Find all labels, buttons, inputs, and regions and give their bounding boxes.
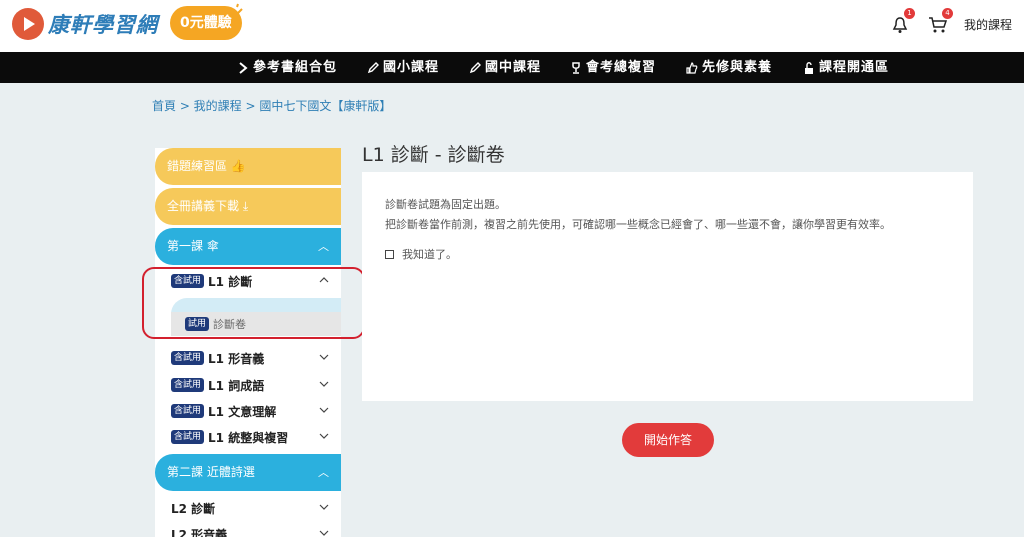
- my-courses-link[interactable]: 我的課程: [964, 16, 1012, 33]
- unit-title: 第一課 傘: [167, 239, 219, 253]
- lesson-label: L1 統整與複習: [208, 430, 289, 445]
- top-header: 康軒學習網 0元體驗 1 4 我的課程: [0, 0, 1024, 52]
- chevron-up-icon: ︿: [318, 240, 329, 253]
- nav-label: 參考書組合包: [253, 60, 338, 75]
- bell-icon[interactable]: [892, 16, 908, 34]
- lesson-label: L1 文意理解: [208, 404, 277, 419]
- acknowledge-label: 我知道了。: [402, 248, 457, 261]
- lesson-label: L1 詞成語: [208, 378, 265, 393]
- description-line-2: 把診斷卷當作前測，複習之前先使用，可確認哪一些概念已經會了、哪一些還不會，讓你學…: [385, 218, 891, 231]
- play-logo-icon: [12, 8, 44, 40]
- unit-1-header[interactable]: 第一課 傘 ︿: [155, 228, 341, 265]
- pencil-icon: [367, 61, 379, 73]
- unit-title: 第二課 近體詩選: [167, 465, 255, 479]
- page-title: L1 診斷 - 診斷卷: [362, 144, 505, 166]
- unit-2-header[interactable]: 第二課 近體詩選 ︿: [155, 454, 341, 491]
- chevron-up-icon: ︿: [318, 466, 329, 479]
- lesson-label: L1 形音義: [208, 351, 265, 366]
- pencil-icon: [469, 61, 481, 73]
- content-card: 診斷卷試題為固定出題。 把診斷卷當作前測，複習之前先使用，可確認哪一些概念已經會…: [362, 172, 973, 401]
- course-sidebar: 錯題練習區 👍 全冊講義下載 ⤓ 第一課 傘 ︿ 含試用 L1 診斷 含試用 L…: [155, 148, 341, 537]
- chevron-down-icon: [319, 407, 329, 413]
- wrong-practice-label: 錯題練習區: [167, 159, 228, 173]
- nav-label: 國中課程: [485, 60, 542, 75]
- sparkle-icon: [232, 3, 243, 16]
- main-nav: 參考書組合包 國小課程 國中課程 會考總複習 先修與素養 課程開通區: [0, 52, 1024, 83]
- nav-advance-literacy[interactable]: 先修與素養: [686, 52, 772, 83]
- wrong-practice-button[interactable]: 錯題練習區 👍: [155, 148, 341, 185]
- trial-tag: 含試用: [171, 351, 205, 365]
- chevron-right-icon: [239, 61, 248, 74]
- lesson-item-l2-diagnosis[interactable]: L2 診斷: [155, 495, 341, 521]
- chevron-down-icon: [319, 504, 329, 510]
- nav-reference-books[interactable]: 參考書組合包: [237, 52, 337, 83]
- nav-label: 國小課程: [383, 60, 440, 75]
- download-icon: ⤓: [242, 199, 249, 213]
- lesson-item-l2-form-sound-meaning[interactable]: L2 形音義: [155, 521, 341, 537]
- site-logo[interactable]: 康軒學習網: [12, 8, 158, 40]
- thumbs-up-icon: 👍: [230, 159, 246, 173]
- description-line-1: 診斷卷試題為固定出題。: [385, 198, 506, 211]
- lesson-label: L2 形音義: [171, 527, 228, 537]
- nav-course-activation[interactable]: 課程開通區: [803, 52, 889, 83]
- highlight-outline: [142, 267, 365, 339]
- chevron-down-icon: [319, 433, 329, 439]
- lesson-item-l1-idioms[interactable]: 含試用 L1 詞成語: [155, 372, 341, 398]
- acknowledge-row[interactable]: 我知道了。: [385, 246, 457, 262]
- breadcrumb[interactable]: 首頁 > 我的課程 > 國中七下國文【康軒版】: [152, 97, 391, 114]
- lesson-item-l1-comprehension[interactable]: 含試用 L1 文意理解: [155, 398, 341, 424]
- nav-label: 先修與素養: [702, 60, 773, 75]
- chevron-down-icon: [319, 354, 329, 360]
- cart-badge: 4: [942, 8, 953, 19]
- logo-text: 康軒學習網: [48, 13, 158, 37]
- start-answering-button[interactable]: 開始作答: [622, 423, 714, 457]
- trial-tag: 含試用: [171, 430, 205, 444]
- notification-badge: 1: [904, 8, 915, 19]
- download-handout-button[interactable]: 全冊講義下載 ⤓: [155, 188, 341, 225]
- nav-elementary[interactable]: 國小課程: [367, 52, 439, 83]
- chevron-down-icon: [319, 381, 329, 387]
- trophy-icon: [572, 61, 580, 74]
- lesson-item-l1-review[interactable]: 含試用 L1 統整與複習: [155, 424, 341, 450]
- unlock-icon: [805, 61, 813, 74]
- thumbs-up-icon: [686, 61, 698, 74]
- chevron-down-icon: [319, 530, 329, 536]
- lesson-item-l1-form-sound-meaning[interactable]: 含試用 L1 形音義: [155, 345, 341, 371]
- trial-tag: 含試用: [171, 378, 205, 392]
- trial-tag: 含試用: [171, 404, 205, 418]
- nav-junior-high[interactable]: 國中課程: [469, 52, 541, 83]
- nav-label: 會考總複習: [586, 60, 657, 75]
- acknowledge-checkbox[interactable]: [385, 249, 394, 259]
- nav-label: 課程開通區: [819, 60, 890, 75]
- download-label: 全冊講義下載: [167, 199, 240, 213]
- nav-exam-review[interactable]: 會考總複習: [570, 52, 656, 83]
- lesson-label: L2 診斷: [171, 501, 216, 516]
